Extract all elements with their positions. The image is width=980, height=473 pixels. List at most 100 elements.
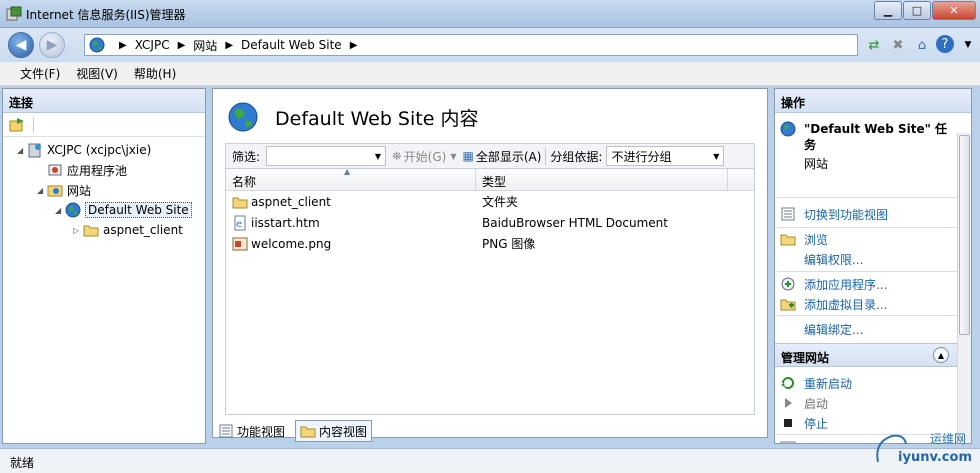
server-icon [28, 143, 41, 158]
collapse-up-icon[interactable]: ▲ [933, 347, 949, 363]
start-link[interactable]: 启动 [775, 395, 828, 412]
image-file-icon [232, 237, 248, 250]
menu-file[interactable]: 文件(F) [20, 65, 60, 82]
start-icon [785, 398, 792, 408]
group-by-label: 分组依据: [550, 149, 603, 164]
back-button[interactable]: ◀ [8, 32, 34, 58]
refresh-icon[interactable]: ⇄ [864, 35, 884, 55]
add-virtual-directory-link[interactable]: 添加虚拟目录... [775, 296, 887, 313]
group-by-select[interactable]: 不进行分组 ▼ [606, 146, 725, 166]
column-header-name[interactable]: 名称 ▲ [226, 167, 476, 190]
filter-input[interactable]: ▼ [266, 146, 387, 166]
chevron-down-icon[interactable]: ▼ [450, 152, 456, 161]
maximize-button[interactable]: □ [903, 1, 931, 20]
breadcrumb-site[interactable]: Default Web Site [241, 38, 342, 52]
task-subtitle: 网站 [804, 157, 829, 171]
add-application-link[interactable]: 添加应用程序... [775, 276, 887, 293]
help-icon[interactable]: ? [936, 35, 954, 53]
column-header-type[interactable]: 类型 [476, 169, 728, 190]
breadcrumb-server[interactable]: XCJPC [135, 38, 170, 52]
features-view-icon [219, 424, 233, 438]
connections-title: 连接 [3, 89, 205, 113]
close-button[interactable]: ✕ [932, 1, 976, 20]
stop-icon[interactable]: ✖ [888, 35, 908, 55]
go-button[interactable]: ⛯ 开始(G) ▼ [392, 148, 456, 165]
collapse-icon[interactable]: ◢ [55, 206, 65, 215]
svg-text:e: e [236, 219, 242, 230]
status-text: 就绪 [10, 456, 35, 470]
filter-label: 筛选: [232, 149, 261, 164]
content-view-icon [300, 426, 316, 438]
filter-bar: 筛选: ▼ ⛯ 开始(G) ▼ ▦ 全部显示(A) 分组依据: 不进行分组 ▼ [225, 143, 755, 169]
restart-icon [781, 377, 794, 389]
forward-button[interactable]: ▶ [39, 32, 65, 58]
tree-node-sites[interactable]: ◢ 网站 [37, 181, 91, 199]
help-dropdown-icon[interactable]: ▼ [958, 35, 978, 55]
restart-link[interactable]: 重新启动 [775, 375, 852, 392]
folder-icon [83, 225, 99, 237]
list-item[interactable]: aspnet_client 文件夹 [226, 191, 754, 212]
globe-icon [89, 37, 105, 53]
crumb-dropdown-icon[interactable]: ▶ [350, 40, 358, 51]
globe-icon [65, 202, 81, 218]
explore-icon [780, 234, 796, 246]
edit-bindings-link[interactable]: 编辑绑定... [775, 321, 863, 338]
explore-link[interactable]: 浏览 [775, 231, 828, 248]
binoculars-icon: ⛯ [392, 148, 402, 163]
list-item[interactable]: welcome.png PNG 图像 [226, 233, 754, 254]
scrollbar-thumb[interactable] [959, 135, 970, 335]
minimize-button[interactable]: ▁ [874, 1, 902, 20]
content-list: 名称 ▲ 类型 aspnet_client 文件夹 e iisstart.htm… [225, 167, 755, 415]
home-icon[interactable]: ⌂ [912, 35, 932, 55]
chevron-down-icon: ▼ [374, 151, 382, 161]
actions-scrollbar[interactable] [957, 133, 971, 443]
tree-node-app-pools[interactable]: 应用程序池 [37, 161, 127, 179]
actions-panel: 操作 "Default Web Site" 任务 网站 切换到功能视图 浏览 编… [774, 88, 972, 444]
chevron-down-icon: ▼ [713, 151, 720, 161]
switch-features-view-link[interactable]: 切换到功能视图 [775, 206, 888, 223]
html-file-icon: e [234, 215, 246, 230]
view-tabs: 功能视图 内容视图 [214, 420, 373, 442]
expand-icon[interactable]: ▷ [73, 226, 83, 235]
address-bar[interactable]: ▶ XCJPC ▶ 网站 ▶ Default Web Site ▶ [84, 34, 858, 56]
connect-icon[interactable] [9, 117, 25, 133]
tree-node-default-web-site[interactable]: ◢ Default Web Site [55, 201, 192, 219]
title-bar: Internet 信息服务(IIS)管理器 ▁ □ ✕ [0, 0, 980, 28]
browse-icon [780, 441, 796, 443]
actions-title: 操作 [775, 89, 971, 113]
edit-permissions-link[interactable]: 编辑权限... [775, 251, 863, 268]
add-application-icon [781, 277, 795, 291]
connections-panel: 连接 ◢ XCJPC (xcjpc\jxie) 应用程序池 ◢ 网站 ◢ Def… [2, 88, 206, 444]
tab-features-view[interactable]: 功能视图 [214, 420, 289, 442]
breadcrumb-sites[interactable]: 网站 [193, 37, 217, 54]
tab-content-view[interactable]: 内容视图 [295, 420, 373, 442]
collapse-icon[interactable]: ◢ [37, 186, 47, 195]
task-title: "Default Web Site" 任务 [804, 122, 948, 152]
tree-node-server[interactable]: ◢ XCJPC (xcjpc\jxie) [17, 141, 151, 159]
navigation-bar: ◀ ▶ ▶ XCJPC ▶ 网站 ▶ Default Web Site ▶ ⇄ … [0, 28, 980, 62]
page-title: Default Web Site 内容 [275, 107, 479, 130]
collapse-icon[interactable]: ◢ [17, 146, 27, 155]
sort-ascending-icon: ▲ [344, 167, 351, 176]
folder-icon [232, 197, 248, 208]
browse-site-link[interactable]: 浏览 [775, 440, 828, 443]
list-item[interactable]: e iisstart.htm BaiduBrowser HTML Documen… [226, 212, 754, 233]
manage-site-header[interactable]: 管理网站 ▲ [775, 343, 957, 367]
tree-node-aspnet-client[interactable]: ▷ aspnet_client [73, 221, 183, 239]
window-title: Internet 信息服务(IIS)管理器 [26, 8, 186, 22]
show-all-button[interactable]: ▦ 全部显示(A) [462, 148, 541, 165]
menu-help[interactable]: 帮助(H) [134, 65, 176, 82]
sites-folder-icon [47, 185, 63, 197]
task-header: "Default Web Site" 任务 网站 [775, 121, 955, 172]
stop-link[interactable]: 停止 [775, 415, 828, 432]
add-virtual-directory-icon [780, 299, 796, 311]
menu-bar: 文件(F) 视图(V) 帮助(H) [0, 62, 980, 86]
globe-icon [780, 121, 796, 137]
crumb-separator: ▶ [225, 39, 234, 51]
watermark-logo: 运维网 iyunv.com [870, 428, 976, 470]
stop-icon [784, 419, 792, 427]
menu-view[interactable]: 视图(V) [76, 65, 118, 82]
app-pool-icon [48, 164, 62, 176]
toolbar-separator [545, 147, 547, 165]
crumb-separator: ▶ [119, 39, 127, 51]
